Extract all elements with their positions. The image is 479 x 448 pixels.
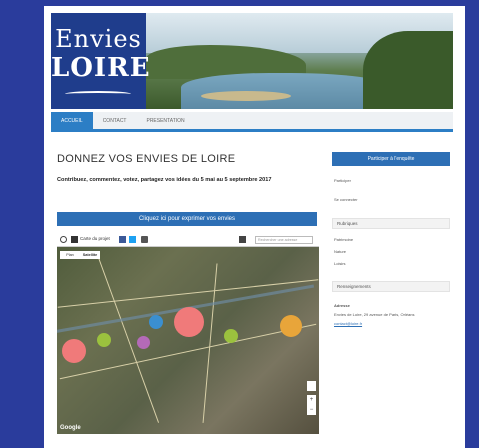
map-marker[interactable] — [62, 339, 86, 363]
sidebar-link-participer[interactable]: Participer — [334, 178, 351, 183]
facebook-icon[interactable] — [119, 236, 126, 243]
logo-line1: Envies — [55, 25, 142, 53]
map-attribution: Google — [60, 425, 81, 431]
map-marker[interactable] — [280, 315, 302, 337]
rubriques-heading: Rubriques — [332, 218, 450, 229]
rubrique-item[interactable]: Loisirs — [334, 261, 346, 266]
site-logo[interactable]: Envies LOIRE — [51, 13, 151, 109]
map-marker[interactable] — [224, 329, 238, 343]
participate-button[interactable]: Participer à l'enquête — [332, 152, 450, 166]
contact-address: Envies de Loire, 29 avenue de Paris, Orl… — [334, 312, 415, 317]
map-marker[interactable] — [174, 307, 204, 337]
map-toolbar-label: Carte du projet — [80, 236, 110, 241]
map-marker[interactable] — [149, 315, 163, 329]
main-nav: ACCUEIL CONTACT PRESENTATION — [51, 112, 453, 132]
fullscreen-icon[interactable] — [141, 236, 148, 243]
locate-icon[interactable] — [60, 236, 67, 243]
nav-item-presentation[interactable]: PRESENTATION — [136, 112, 194, 129]
contact-name: Adresse — [334, 303, 350, 308]
zoom-out-button[interactable]: − — [307, 405, 316, 415]
map-book-icon — [71, 236, 78, 243]
interactive-map[interactable]: Carte du projet Rechercher une adresse P… — [57, 233, 319, 434]
page-intro: Contribuez, commentez, votez, partagez v… — [57, 177, 272, 183]
logo-wave-icon — [65, 91, 131, 97]
map-type-switch: Plan Satellite — [60, 251, 100, 259]
map-marker[interactable] — [137, 336, 150, 349]
map-type-satellite[interactable]: Satellite — [80, 251, 100, 259]
layers-icon[interactable] — [239, 236, 246, 243]
twitter-icon[interactable] — [129, 236, 136, 243]
page-container: Envies LOIRE ACCUEIL CONTACT PRESENTATIO… — [44, 6, 465, 448]
map-search-input[interactable]: Rechercher une adresse — [255, 236, 313, 244]
page-title: DONNEZ VOS ENVIES DE LOIRE — [57, 153, 236, 165]
contact-email-link[interactable]: contact@loire.fr — [334, 321, 362, 326]
nav-item-contact[interactable]: CONTACT — [93, 112, 137, 129]
rubrique-item[interactable]: Nature — [334, 249, 346, 254]
banner-sandbank — [201, 91, 291, 101]
express-envies-button[interactable]: Cliquez ici pour exprimer vos envies — [57, 212, 317, 226]
sidebar-link-connect[interactable]: Se connecter — [334, 197, 358, 202]
map-type-plan[interactable]: Plan — [60, 251, 80, 259]
rubrique-item[interactable]: Patrimoine — [334, 237, 353, 242]
nav-item-accueil[interactable]: ACCUEIL — [51, 112, 93, 129]
banner-trees-right — [363, 31, 453, 109]
header-banner: Envies LOIRE — [51, 13, 453, 109]
map-toolbar: Carte du projet Rechercher une adresse — [57, 233, 319, 247]
renseignements-heading: Renseignements — [332, 281, 450, 292]
map-marker[interactable] — [97, 333, 111, 347]
zoom-in-button[interactable]: + — [307, 395, 316, 405]
street-view-icon[interactable] — [307, 381, 316, 391]
logo-line2: LOIRE — [51, 53, 151, 83]
zoom-control: + − — [307, 395, 316, 415]
